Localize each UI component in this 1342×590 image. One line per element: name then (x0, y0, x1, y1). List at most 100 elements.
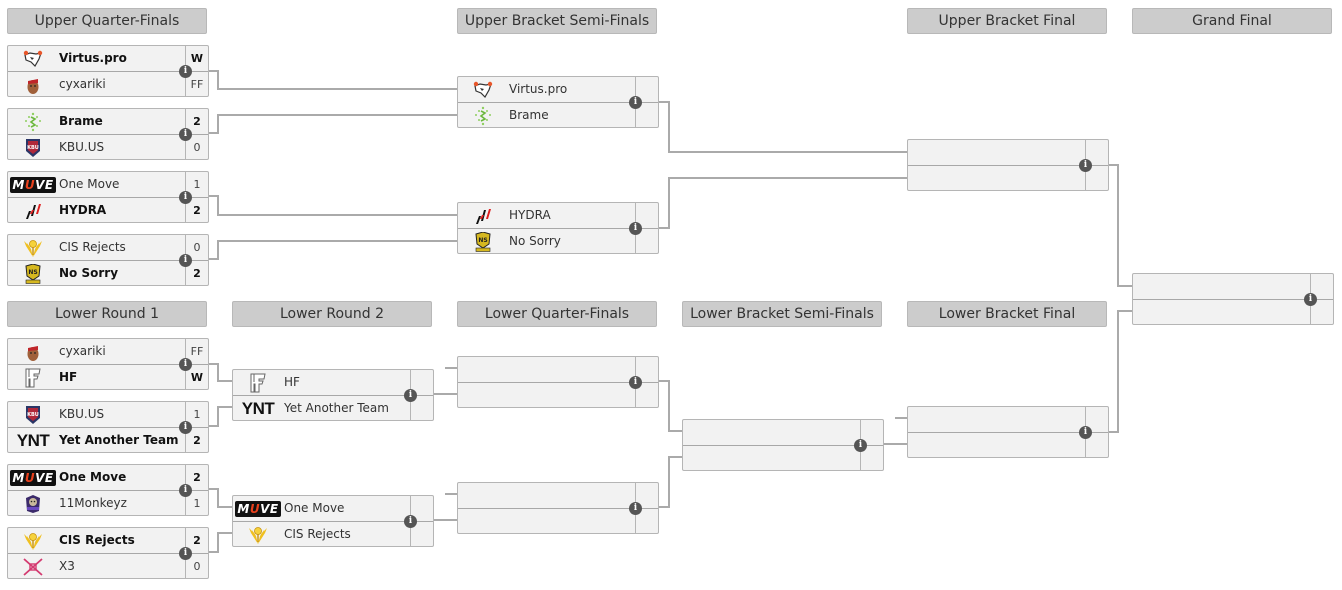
team-name[interactable]: X3 (59, 554, 75, 579)
match-lr1d[interactable]: CIS Rejects 2 X3 0 i (7, 527, 209, 579)
match-info-icon[interactable]: i (179, 191, 192, 204)
team-name[interactable]: Yet Another Team (59, 428, 179, 453)
team-slot-bot[interactable] (1133, 300, 1333, 325)
match-uqf3[interactable]: MUVE One Move 1 HYDRA 2 i (7, 171, 209, 223)
team-slot-bot[interactable]: NS No Sorry (458, 229, 658, 254)
team-slot-top[interactable]: CIS Rejects 0 (8, 235, 208, 260)
team-slot-bot[interactable] (458, 509, 658, 534)
match-lf[interactable]: i (907, 406, 1109, 458)
team-slot-top[interactable] (1133, 274, 1333, 299)
team-slot-bot[interactable] (908, 166, 1108, 191)
match-lr2a[interactable]: HF YNT Yet Another Team i (232, 369, 434, 421)
match-info-icon[interactable]: i (854, 439, 867, 452)
team-slot-top[interactable]: MUVE One Move 1 (8, 172, 208, 197)
match-info-icon[interactable]: i (1304, 293, 1317, 306)
team-name[interactable]: Brame (59, 109, 103, 134)
match-uqf4[interactable]: CIS Rejects 0 NS No Sorry 2 i (7, 234, 209, 286)
match-info-icon[interactable]: i (179, 254, 192, 267)
team-slot-top[interactable]: Virtus.pro (458, 77, 658, 102)
team-slot-top[interactable]: MUVE One Move 2 (8, 465, 208, 490)
team-name[interactable]: CIS Rejects (59, 528, 135, 553)
match-gf[interactable]: i (1132, 273, 1334, 325)
team-slot-top[interactable]: Virtus.pro W (8, 46, 208, 71)
team-slot-top[interactable]: Brame 2 (8, 109, 208, 134)
match-usf2[interactable]: HYDRA NS No Sorry i (457, 202, 659, 254)
team-name[interactable]: HF (284, 370, 300, 395)
team-slot-bot[interactable]: NS No Sorry 2 (8, 261, 208, 286)
team-name[interactable]: KBU.US (59, 135, 104, 160)
match-info-icon[interactable]: i (179, 421, 192, 434)
team-slot-top[interactable]: KBU KBU.US 1 (8, 402, 208, 427)
match-ubf[interactable]: i (907, 139, 1109, 191)
hydra-logo (460, 204, 506, 227)
match-uqf2[interactable]: Brame 2 KBU KBU.US 0 i (7, 108, 209, 160)
match-info-icon[interactable]: i (179, 128, 192, 141)
match-info-icon[interactable]: i (629, 222, 642, 235)
match-info-icon[interactable]: i (404, 389, 417, 402)
match-lr2b[interactable]: MUVE One Move CIS Rejects i (232, 495, 434, 547)
team-slot-top[interactable]: MUVE One Move (233, 496, 433, 521)
team-name[interactable]: CIS Rejects (59, 235, 126, 260)
11monkeyz-logo (10, 492, 56, 515)
match-usf1[interactable]: Virtus.pro Brame i (457, 76, 659, 128)
team-name[interactable]: One Move (284, 496, 344, 521)
match-lqf1[interactable]: i (457, 356, 659, 408)
header-lower-round-1: Lower Round 1 (7, 301, 207, 327)
team-slot-top[interactable] (458, 483, 658, 508)
match-lr1a[interactable]: cyxariki FF HF Wi (7, 338, 209, 390)
match-info-icon[interactable]: i (629, 96, 642, 109)
match-info-icon[interactable]: i (179, 547, 192, 560)
team-name[interactable]: One Move (59, 172, 119, 197)
match-lr1c[interactable]: MUVE One Move 2 11Monkeyz 1 i (7, 464, 209, 516)
team-slot-top[interactable]: cyxariki FF (8, 339, 208, 364)
match-info-icon[interactable]: i (404, 515, 417, 528)
match-info-icon[interactable]: i (1079, 426, 1092, 439)
match-info-icon[interactable]: i (1079, 159, 1092, 172)
team-name[interactable]: Brame (509, 103, 549, 128)
team-slot-top[interactable] (683, 420, 883, 445)
team-slot-top[interactable]: CIS Rejects 2 (8, 528, 208, 553)
team-slot-top[interactable]: HF (233, 370, 433, 395)
match-info-icon[interactable]: i (629, 502, 642, 515)
team-slot-top[interactable] (458, 357, 658, 382)
match-lr1b[interactable]: KBU KBU.US 1 YNT Yet Another Team 2 i (7, 401, 209, 453)
team-slot-bot[interactable]: KBU KBU.US 0 (8, 135, 208, 160)
team-slot-bot[interactable] (458, 383, 658, 408)
team-slot-bot[interactable]: cyxariki FF (8, 72, 208, 97)
team-name[interactable]: cyxariki (59, 72, 106, 97)
team-name[interactable]: No Sorry (509, 229, 561, 254)
team-name[interactable]: KBU.US (59, 402, 104, 427)
team-slot-bot[interactable]: Brame (458, 103, 658, 128)
match-info-icon[interactable]: i (179, 484, 192, 497)
match-lqf2[interactable]: i (457, 482, 659, 534)
team-name[interactable]: 11Monkeyz (59, 491, 127, 516)
team-slot-bot[interactable]: X3 0 (8, 554, 208, 579)
team-slot-bot[interactable]: YNT Yet Another Team 2 (8, 428, 208, 453)
team-name[interactable]: HYDRA (59, 198, 106, 223)
match-info-icon[interactable]: i (179, 65, 192, 78)
match-info-icon[interactable]: i (179, 358, 192, 371)
team-name[interactable]: One Move (59, 465, 126, 490)
match-info-icon[interactable]: i (629, 376, 642, 389)
team-name[interactable]: HF (59, 365, 77, 390)
team-name[interactable]: Yet Another Team (284, 396, 389, 421)
team-slot-top[interactable] (908, 407, 1108, 432)
team-slot-bot[interactable]: CIS Rejects (233, 522, 433, 547)
match-uqf1[interactable]: Virtus.pro Wcyxariki FF i (7, 45, 209, 97)
team-name[interactable]: Virtus.pro (59, 46, 127, 71)
match-lsf[interactable]: i (682, 419, 884, 471)
team-slot-bot[interactable] (683, 446, 883, 471)
team-slot-bot[interactable]: HYDRA 2 (8, 198, 208, 223)
team-slot-top[interactable]: HYDRA (458, 203, 658, 228)
team-name[interactable]: cyxariki (59, 339, 106, 364)
team-slot-bot[interactable]: 11Monkeyz 1 (8, 491, 208, 516)
team-slot-bot[interactable] (908, 433, 1108, 458)
team-slot-bot[interactable]: HF W (8, 365, 208, 390)
team-name[interactable]: Virtus.pro (509, 77, 567, 102)
one-move-logo: MUVE (10, 176, 56, 193)
team-name[interactable]: No Sorry (59, 261, 118, 286)
team-slot-bot[interactable]: YNT Yet Another Team (233, 396, 433, 421)
team-name[interactable]: HYDRA (509, 203, 551, 228)
team-slot-top[interactable] (908, 140, 1108, 165)
team-name[interactable]: CIS Rejects (284, 522, 351, 547)
